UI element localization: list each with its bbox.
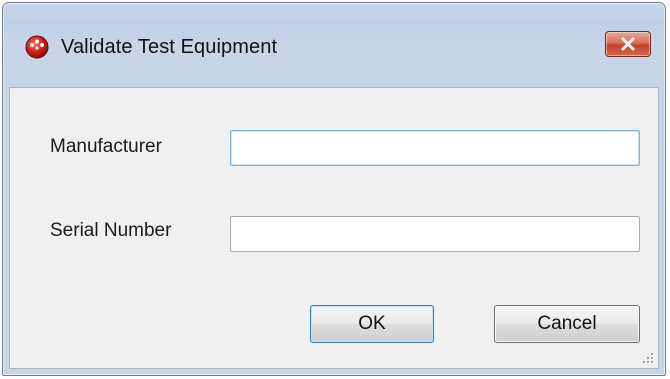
window-title: Validate Test Equipment: [61, 36, 278, 58]
cancel-button[interactable]: Cancel: [494, 305, 640, 343]
manufacturer-input[interactable]: [230, 130, 640, 166]
serial-number-input[interactable]: [230, 216, 640, 252]
manufacturer-label: Manufacturer: [50, 136, 162, 157]
dialog-window: Validate Test Equipment Manufacturer Ser…: [2, 2, 666, 376]
resize-grip-icon[interactable]: [640, 350, 654, 364]
dialog-content: Manufacturer Serial Number OK Cancel: [9, 87, 659, 369]
serial-number-label: Serial Number: [50, 220, 172, 241]
close-button[interactable]: [605, 31, 651, 57]
close-icon: [621, 37, 635, 51]
title-bar[interactable]: Validate Test Equipment: [3, 3, 665, 87]
ok-button[interactable]: OK: [310, 305, 434, 343]
app-icon: [25, 35, 49, 59]
